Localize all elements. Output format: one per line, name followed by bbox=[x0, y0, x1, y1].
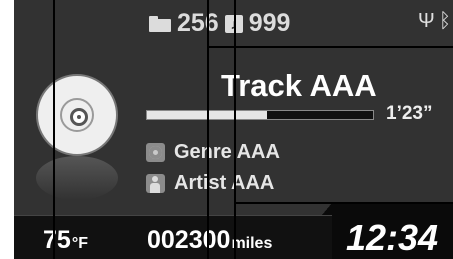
track-progress-bar bbox=[146, 110, 374, 120]
disc-reflection bbox=[36, 156, 118, 200]
callout-line bbox=[234, 0, 236, 259]
disc-icon bbox=[36, 74, 118, 156]
folder-count: 256 bbox=[177, 9, 219, 37]
callout-line bbox=[207, 0, 209, 259]
track-count: 999 bbox=[248, 9, 291, 37]
odometer-value: 002300 bbox=[147, 226, 231, 254]
elapsed-time: 1’23” bbox=[386, 103, 433, 124]
artist-row: Artist AAA bbox=[146, 172, 274, 195]
callout-line bbox=[207, 46, 453, 48]
folder-icon bbox=[149, 15, 171, 32]
track-title: Track AAA bbox=[221, 68, 377, 103]
temperature-value: 75 bbox=[43, 226, 71, 254]
bluetooth-icon: ᛒ bbox=[439, 10, 451, 32]
callout-line bbox=[53, 0, 55, 259]
artist-label: Artist AAA bbox=[174, 172, 275, 194]
usb-icon: Ψ bbox=[418, 10, 435, 32]
clock: 12:34 bbox=[346, 217, 439, 258]
genre-label: Genre AAA bbox=[174, 141, 280, 163]
callout-line bbox=[234, 202, 453, 204]
genre-icon bbox=[146, 143, 165, 162]
genre-row: Genre AAA bbox=[146, 141, 280, 164]
artist-icon bbox=[146, 174, 165, 193]
odometer: 002300miles bbox=[147, 226, 272, 255]
temperature-unit: °F bbox=[71, 235, 88, 252]
odometer-unit: miles bbox=[231, 235, 273, 252]
outside-temperature: 75°F bbox=[43, 226, 88, 255]
media-counts: 256 ♪ 999 bbox=[149, 9, 290, 38]
